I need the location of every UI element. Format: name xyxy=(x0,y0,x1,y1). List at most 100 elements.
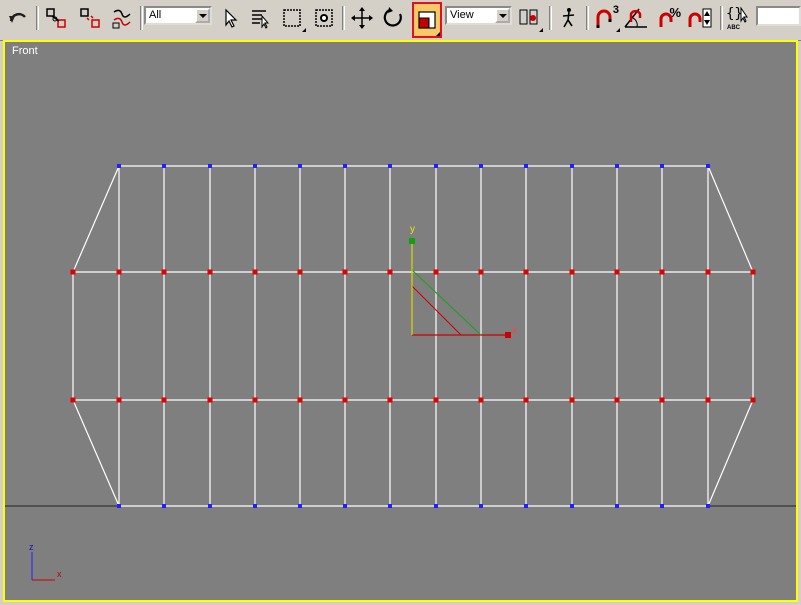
mesh-vertex xyxy=(614,269,620,275)
rectangular-selection-region-button[interactable] xyxy=(278,4,306,32)
select-object-button[interactable] xyxy=(216,4,244,32)
mesh-vertex xyxy=(388,164,392,168)
mesh-vertex xyxy=(570,504,574,508)
angle-snap-toggle-button[interactable] xyxy=(622,4,650,32)
spinner-snap-toggle-button[interactable] xyxy=(686,4,714,32)
rotate-icon xyxy=(382,6,406,30)
percent-badge: % xyxy=(669,5,681,20)
mesh-vertex xyxy=(253,164,257,168)
mesh-vertex xyxy=(523,397,529,403)
unlink-icon xyxy=(78,6,102,30)
space-warp-icon xyxy=(110,6,134,30)
angle-snap-icon xyxy=(623,6,649,30)
reference-coordinate-value: View xyxy=(450,9,474,21)
mesh-vertex xyxy=(660,164,664,168)
mesh-vertex xyxy=(524,504,528,508)
mesh-vertex xyxy=(343,504,347,508)
mesh-vertex xyxy=(750,269,756,275)
mesh-vertex xyxy=(479,164,483,168)
mesh-vertex xyxy=(342,397,348,403)
scale-icon xyxy=(417,10,437,30)
mesh-vertex xyxy=(208,164,212,168)
gizmo-plane-handle xyxy=(411,269,482,336)
wireframe-mesh xyxy=(70,164,756,508)
edit-named-selection-button[interactable]: {} ABC xyxy=(724,4,752,32)
mesh-vertex xyxy=(434,164,438,168)
mesh-vertex xyxy=(387,397,393,403)
mesh-vertex xyxy=(570,164,574,168)
mesh-vertex xyxy=(117,504,121,508)
select-and-link-button[interactable] xyxy=(42,4,70,32)
mesh-vertex xyxy=(70,397,76,403)
mesh-vertex xyxy=(615,504,619,508)
spinner-snap-icon xyxy=(687,7,713,29)
select-and-move-button[interactable] xyxy=(348,4,376,32)
axis-tripod: z x xyxy=(29,542,62,581)
transform-gizmo: y x xyxy=(409,224,517,338)
select-and-scale-button[interactable] xyxy=(412,2,442,38)
undo-button[interactable] xyxy=(4,4,32,32)
bind-to-space-warp-button[interactable] xyxy=(108,4,136,32)
mesh-vertex xyxy=(569,397,575,403)
mesh-vertex xyxy=(569,269,575,275)
mesh-vertex xyxy=(297,397,303,403)
select-and-rotate-button[interactable] xyxy=(380,4,408,32)
mesh-vertex xyxy=(388,504,392,508)
mesh-vertex xyxy=(479,504,483,508)
pivot-center-icon xyxy=(517,6,541,30)
mesh-vertex xyxy=(252,397,258,403)
viewport-scene: y x z x xyxy=(5,164,796,581)
mesh-vertex xyxy=(298,504,302,508)
3d-snap-toggle-button[interactable]: 3 xyxy=(590,4,620,32)
mesh-vertex xyxy=(161,269,167,275)
mesh-vertex xyxy=(434,504,438,508)
rect-selection-icon xyxy=(281,7,303,29)
mesh-vertex xyxy=(750,397,756,403)
mesh-vertex xyxy=(162,164,166,168)
mesh-vertex xyxy=(207,397,213,403)
mesh-vertex xyxy=(70,269,76,275)
mesh-vertex xyxy=(117,164,121,168)
main-toolbar: All View 3 % {} ABC xyxy=(0,0,801,41)
mesh-vertex xyxy=(343,164,347,168)
mesh-vertex xyxy=(208,504,212,508)
percent-snap-toggle-button[interactable]: % xyxy=(654,4,682,32)
mesh-vertex xyxy=(615,164,619,168)
mesh-vertex xyxy=(614,397,620,403)
named-selection-sets-field[interactable] xyxy=(756,6,801,26)
chevron-down-icon[interactable] xyxy=(195,8,210,23)
selection-filter-dropdown[interactable]: All xyxy=(144,6,212,25)
mesh-vertex xyxy=(706,164,710,168)
mesh-vertex xyxy=(705,397,711,403)
reference-coordinate-dropdown[interactable]: View xyxy=(445,6,512,25)
tripod-z-label: z xyxy=(29,542,34,552)
unlink-selection-button[interactable] xyxy=(76,4,104,32)
mesh-vertex xyxy=(161,397,167,403)
tripod-x-label: x xyxy=(57,569,62,579)
mesh-vertex xyxy=(706,504,710,508)
select-by-name-button[interactable] xyxy=(246,4,274,32)
mesh-vertex xyxy=(705,269,711,275)
mesh-vertex xyxy=(659,397,665,403)
svg-text:{}: {} xyxy=(726,6,743,22)
use-pivot-point-center-button[interactable] xyxy=(515,4,543,32)
window-crossing-button[interactable] xyxy=(310,4,338,32)
mesh-vertex xyxy=(298,164,302,168)
front-viewport[interactable]: Front y x z x xyxy=(3,40,798,602)
select-and-manipulate-button[interactable] xyxy=(554,4,582,32)
mesh-vertex xyxy=(342,269,348,275)
mesh-vertex xyxy=(660,504,664,508)
mesh-vertex xyxy=(116,269,122,275)
mesh-vertex xyxy=(387,269,393,275)
mesh-vertex xyxy=(253,504,257,508)
mesh-vertex xyxy=(524,164,528,168)
chevron-down-icon[interactable] xyxy=(495,8,510,23)
mesh-vertex xyxy=(523,269,529,275)
mesh-vertex xyxy=(478,397,484,403)
gizmo-x-handle xyxy=(505,332,511,338)
manipulate-icon xyxy=(556,6,580,30)
gizmo-y-handle xyxy=(409,238,415,244)
mesh-vertex xyxy=(297,269,303,275)
cursor-arrow-icon xyxy=(219,7,241,29)
undo-icon xyxy=(7,7,29,29)
